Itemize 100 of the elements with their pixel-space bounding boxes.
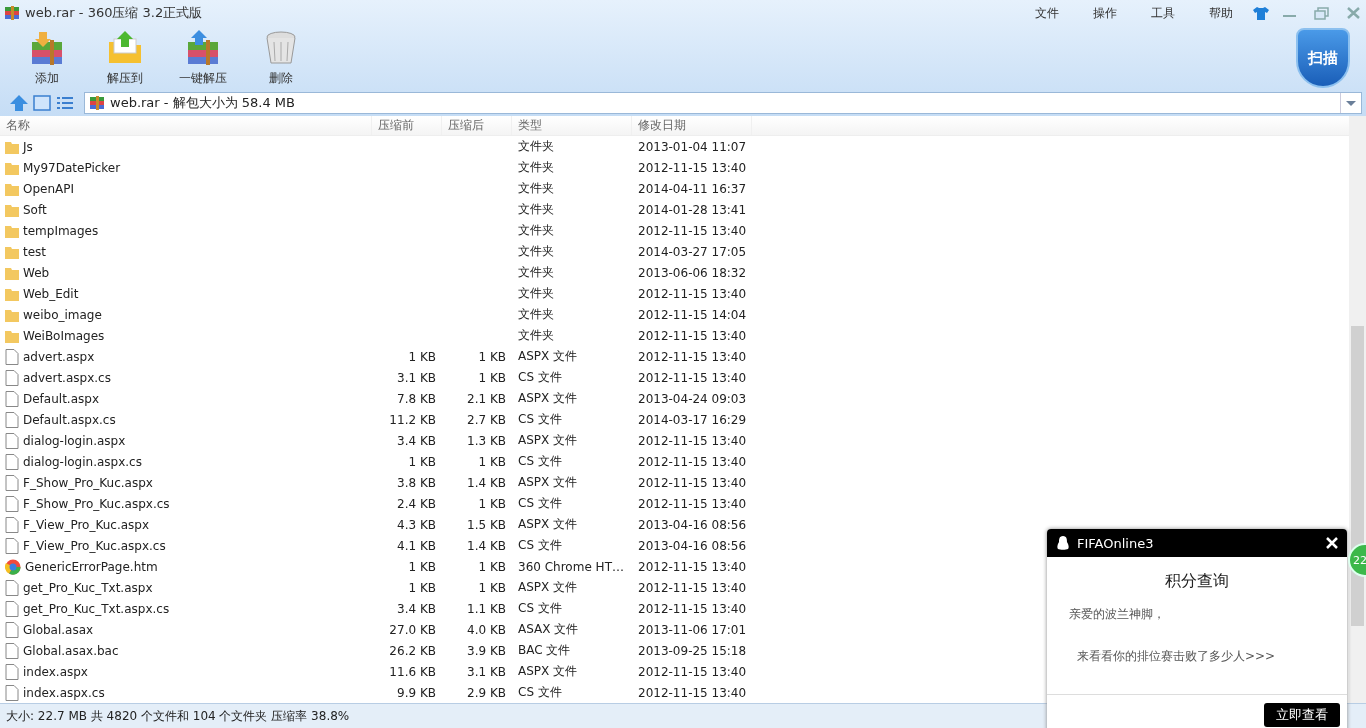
file-name[interactable]: F_Show_Pro_Kuc.aspx	[23, 475, 153, 490]
modified-date: 2012-11-15 13:40	[638, 475, 747, 490]
file-name[interactable]: dialog-login.aspx.cs	[23, 454, 142, 469]
modified-date: 2013-09-25 15:18	[638, 643, 747, 658]
column-header[interactable]: 类型	[512, 116, 632, 135]
file-icon	[5, 579, 19, 596]
file-name[interactable]: advert.aspx.cs	[23, 370, 111, 385]
file-name[interactable]: Global.asax	[23, 622, 94, 637]
packed-size: 1 KB	[478, 496, 506, 511]
original-size: 3.4 KB	[397, 601, 436, 616]
file-type: ASPX 文件	[518, 390, 578, 407]
file-type: ASPX 文件	[518, 474, 578, 491]
original-size: 3.8 KB	[397, 475, 436, 490]
address-field[interactable]: web.rar - 解包大小为 58.4 MB	[84, 92, 1362, 114]
file-type: ASPX 文件	[518, 432, 578, 449]
menu-item[interactable]: 工具	[1136, 4, 1190, 22]
toolbar-button[interactable]: 添加	[15, 26, 79, 87]
greeting-text: 亲爱的波兰神脚，	[1069, 606, 1166, 623]
archive-icon	[89, 95, 105, 111]
packed-size: 1 KB	[478, 370, 506, 385]
file-name[interactable]: OpenAPI	[23, 181, 75, 196]
toolbar-button[interactable]: 一键解压	[171, 26, 235, 87]
packed-size: 1.3 KB	[467, 433, 506, 448]
file-name[interactable]: My97DatePicker	[23, 160, 121, 175]
original-size: 9.9 KB	[397, 685, 436, 700]
column-header[interactable]: 压缩后	[442, 116, 512, 135]
file-name[interactable]: Default.aspx	[23, 391, 99, 406]
original-size: 11.2 KB	[389, 412, 436, 427]
file-name[interactable]: Soft	[23, 202, 47, 217]
menu-item[interactable]: 帮助	[1194, 4, 1248, 22]
file-icon	[5, 642, 19, 659]
folder-icon	[107, 30, 143, 66]
file-name[interactable]: F_View_Pro_Kuc.aspx.cs	[23, 538, 166, 553]
modified-date: 2012-11-15 13:40	[638, 580, 747, 595]
original-size: 1 KB	[408, 559, 436, 574]
file-type: ASPX 文件	[518, 579, 578, 596]
file-name[interactable]: index.aspx	[23, 664, 88, 679]
view-now-button[interactable]: 立即查看	[1264, 703, 1340, 727]
modified-date: 2012-11-15 14:04	[638, 307, 747, 322]
modified-date: 2013-06-06 18:32	[638, 265, 747, 280]
menu-item[interactable]: 操作	[1078, 4, 1132, 22]
toolbar-button[interactable]: 删除	[249, 26, 313, 87]
column-header[interactable]: 修改日期	[632, 116, 752, 135]
archive-icon	[4, 5, 20, 21]
file-name[interactable]: get_Pro_Kuc_Txt.aspx.cs	[23, 601, 170, 616]
modified-date: 2014-01-28 13:41	[638, 202, 747, 217]
original-size: 4.1 KB	[397, 538, 436, 553]
column-header[interactable]: 名称	[0, 116, 372, 135]
column-header[interactable]: 压缩前	[372, 116, 442, 135]
file-type: CS 文件	[518, 453, 562, 470]
file-name[interactable]: F_Show_Pro_Kuc.aspx.cs	[23, 496, 170, 511]
original-size: 4.3 KB	[397, 517, 436, 532]
list-view-icon[interactable]	[55, 94, 75, 112]
file-type: CS 文件	[518, 600, 562, 617]
packed-size: 1 KB	[478, 580, 506, 595]
file-type: ASPX 文件	[518, 663, 578, 680]
close-icon[interactable]	[1325, 536, 1339, 550]
file-name[interactable]: GenericErrorPage.htm	[25, 559, 158, 574]
file-name[interactable]: get_Pro_Kuc_Txt.aspx	[23, 580, 153, 595]
file-icon	[5, 621, 19, 638]
file-name[interactable]: Web	[23, 265, 50, 280]
file-type: CS 文件	[518, 495, 562, 512]
file-name[interactable]: Web_Edit	[23, 286, 79, 301]
file-name[interactable]: F_View_Pro_Kuc.aspx	[23, 517, 150, 532]
packed-size: 1.4 KB	[467, 538, 506, 553]
file-icon	[5, 453, 19, 470]
file-name[interactable]: WeiBoImages	[23, 328, 105, 343]
message-link[interactable]: 来看看你的排位赛击败了多少人>>>	[1069, 648, 1325, 665]
file-type: 文件夹	[518, 180, 554, 197]
file-name[interactable]: index.aspx.cs	[23, 685, 105, 700]
file-type: CS 文件	[518, 684, 562, 701]
scrollbar[interactable]	[1349, 116, 1366, 703]
modified-date: 2014-03-17 16:29	[638, 412, 747, 427]
menu-item[interactable]: 文件	[1020, 4, 1074, 22]
file-name[interactable]: dialog-login.aspx	[23, 433, 126, 448]
packed-size: 1.4 KB	[467, 475, 506, 490]
file-type: 文件夹	[518, 285, 554, 302]
thumbnail-view-icon[interactable]	[32, 94, 52, 112]
archive-icon	[29, 30, 65, 66]
file-type: BAC 文件	[518, 642, 571, 659]
file-type: CS 文件	[518, 537, 562, 554]
modified-date: 2013-04-16 08:56	[638, 517, 747, 532]
file-name[interactable]: test	[23, 244, 47, 259]
shirt-icon[interactable]	[1252, 5, 1270, 21]
file-name[interactable]: Js	[23, 139, 33, 154]
file-type: 文件夹	[518, 306, 554, 323]
file-name[interactable]: tempImages	[23, 223, 99, 238]
file-name[interactable]: weibo_image	[23, 307, 102, 322]
file-name[interactable]: advert.aspx	[23, 349, 95, 364]
modified-date: 2014-04-11 16:37	[638, 181, 747, 196]
original-size: 1 KB	[408, 580, 436, 595]
up-arrow-icon[interactable]	[9, 94, 29, 112]
file-icon	[5, 348, 19, 365]
file-type: 文件夹	[518, 159, 554, 176]
file-icon	[5, 369, 19, 386]
toolbar-button[interactable]: 解压到	[93, 26, 157, 87]
file-name[interactable]: Global.asax.bac	[23, 643, 119, 658]
scan-button[interactable]: 扫描	[1296, 28, 1350, 88]
file-name[interactable]: Default.aspx.cs	[23, 412, 116, 427]
packed-size: 1.1 KB	[467, 601, 506, 616]
